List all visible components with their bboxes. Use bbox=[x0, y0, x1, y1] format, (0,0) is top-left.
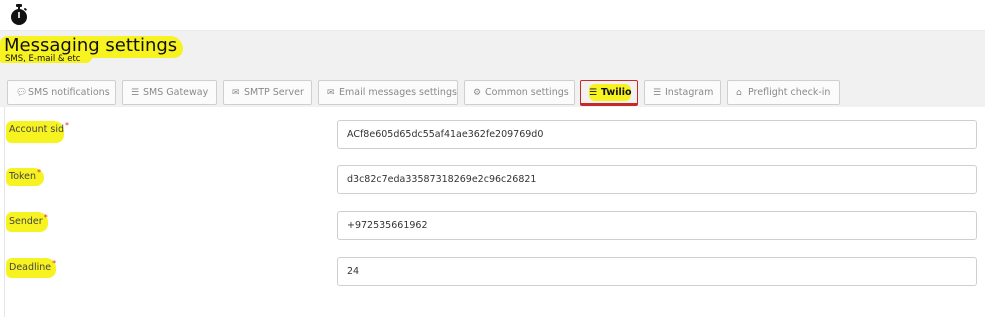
mail-send-icon: ✉ bbox=[232, 88, 240, 98]
tab-sms-notifications[interactable]: 💬︎SMS notifications bbox=[7, 80, 116, 105]
tab-label: Preflight check-in bbox=[748, 87, 831, 98]
tab-email-messages-settings[interactable]: ✉ Email messages settings bbox=[318, 80, 458, 105]
tab-instagram[interactable]: ☰ Instagram bbox=[644, 80, 721, 105]
home-check-icon: ⌂ bbox=[736, 88, 742, 98]
required-mark: * bbox=[37, 168, 42, 177]
top-bar bbox=[0, 0, 985, 31]
tab-label: SMTP Server bbox=[244, 87, 304, 98]
toggle-icon: ☰ bbox=[653, 88, 662, 98]
stopwatch-logo-icon[interactable] bbox=[9, 4, 29, 26]
envelope-icon: ✉ bbox=[327, 88, 335, 98]
token-label: Token* bbox=[9, 168, 42, 182]
deadline-label: Deadline* bbox=[9, 259, 57, 273]
chat-bubble-icon: 💬︎ bbox=[16, 88, 28, 98]
account-sid-input[interactable] bbox=[337, 120, 977, 149]
sender-input[interactable] bbox=[337, 211, 977, 240]
tab-smtp-server[interactable]: ✉ SMTP Server bbox=[223, 80, 312, 105]
tab-label: SMS notifications bbox=[28, 87, 110, 98]
required-mark: * bbox=[43, 213, 48, 222]
deadline-input[interactable] bbox=[337, 257, 977, 286]
tab-label: Instagram bbox=[665, 87, 714, 98]
tab-common-settings[interactable]: ⚙ Common settings bbox=[464, 80, 575, 105]
toggle-icon: ☰ bbox=[131, 88, 140, 98]
sender-label: Sender* bbox=[9, 213, 48, 227]
tab-preflight-check-in[interactable]: ⌂ Preflight check-in bbox=[727, 80, 840, 105]
tab-label: SMS Gateway bbox=[143, 87, 209, 98]
tab-label: Common settings bbox=[485, 87, 569, 98]
account-sid-label: Account sid* bbox=[9, 121, 69, 135]
tab-twilio[interactable]: ☰ Twilio bbox=[580, 80, 638, 106]
tab-label: Email messages settings bbox=[339, 87, 457, 98]
tab-sms-gateway[interactable]: ☰ SMS Gateway bbox=[122, 80, 217, 105]
gear-icon: ⚙ bbox=[473, 88, 482, 98]
token-input[interactable] bbox=[337, 165, 977, 194]
tab-label: Twilio bbox=[601, 87, 632, 98]
toggle-icon: ☰ bbox=[589, 88, 598, 98]
page-subtitle: SMS, E-mail & etc bbox=[5, 54, 81, 64]
required-mark: * bbox=[52, 259, 57, 268]
required-mark: * bbox=[65, 121, 69, 130]
